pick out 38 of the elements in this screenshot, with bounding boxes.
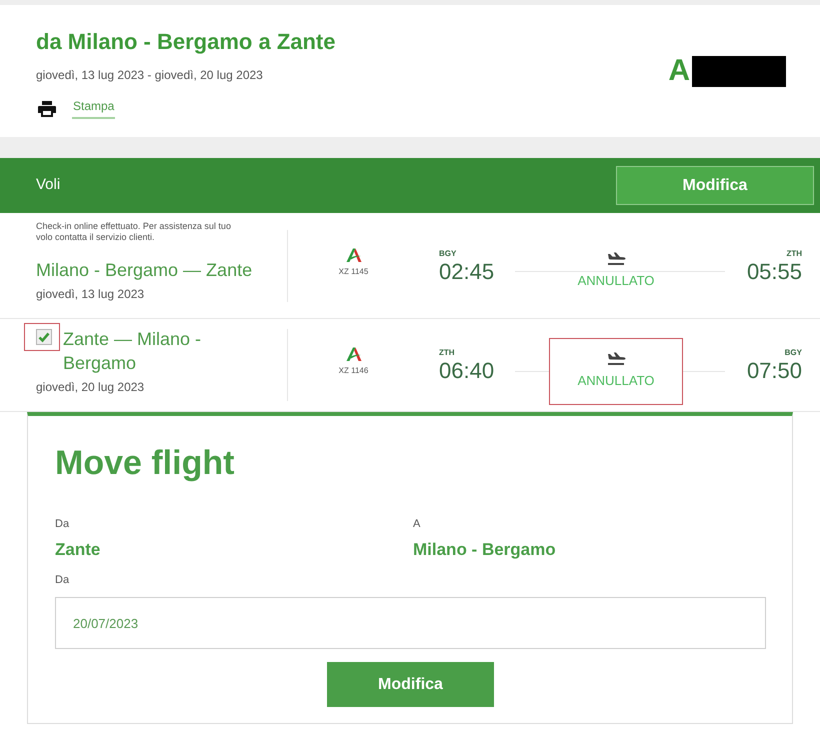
flight-status: ANNULLATO (578, 273, 654, 289)
page-title: da Milano - Bergamo a Zante (36, 28, 336, 56)
field-label: A (413, 517, 422, 531)
origin-value: Zante (55, 539, 102, 561)
logo-icon (344, 346, 362, 362)
route-title: Zante — Milano - Bergamo (63, 328, 202, 375)
section-title: Voli (35, 175, 60, 196)
airport-code: ZTH (785, 248, 802, 258)
destination-value: Milano - Bergamo (413, 539, 557, 561)
airport-code: BGY (439, 248, 458, 258)
booking-code: A (668, 55, 690, 87)
airport-code: ZTH (439, 348, 456, 358)
checkbox[interactable] (36, 329, 52, 345)
print-link[interactable]: Stampa (72, 99, 116, 119)
flight-status: ANNULLATO (578, 372, 654, 388)
panel-title: Move flight (55, 443, 236, 483)
flight-date: giovedì, 13 lug 2023 (36, 286, 146, 302)
logo-icon (344, 246, 362, 262)
airport-code: BGY (784, 348, 802, 358)
trip-dates: giovedì, 13 lug 2023 - giovedì, 20 lug 2023 (36, 67, 264, 83)
notice-text: Check-in online effettuato. Per assistenza sul tuo volo contatta il servizio clienti. (36, 221, 232, 243)
plane-icon (606, 252, 626, 265)
date-input[interactable]: 20/07/2023 (55, 597, 766, 649)
printer-icon[interactable] (38, 101, 56, 117)
flight-number: XZ 1145 (338, 266, 368, 276)
field-label: Da (55, 517, 70, 531)
arrival-time: 07:50 (746, 358, 802, 384)
submit-button[interactable]: Modifica (327, 662, 494, 707)
departure-time: 02:45 (439, 258, 496, 284)
field-label: Da (55, 573, 70, 587)
flight-date: giovedì, 20 lug 2023 (36, 379, 146, 395)
route-title: Milano - Bergamo — Zante (36, 259, 252, 282)
flight-number: XZ 1146 (338, 366, 368, 376)
checkmark-icon (37, 330, 51, 344)
departure-time: 06:40 (439, 358, 496, 384)
edit-button[interactable]: Modifica (616, 166, 814, 205)
plane-icon (606, 352, 626, 364)
arrival-time: 05:55 (746, 258, 802, 284)
